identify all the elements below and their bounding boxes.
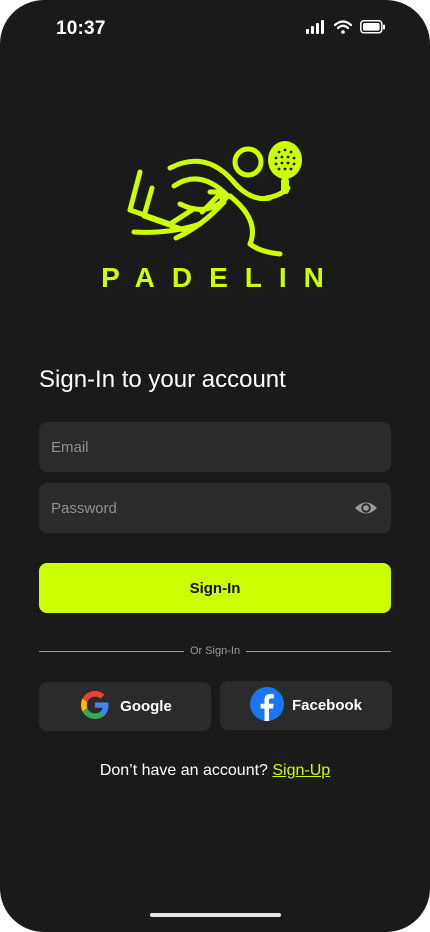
page-title: Sign-In to your account xyxy=(39,366,286,393)
status-icons xyxy=(306,20,386,39)
sign-in-button[interactable]: Sign-In xyxy=(39,563,391,613)
signup-row: Don’t have an account? Sign-Up xyxy=(0,762,430,780)
password-field[interactable] xyxy=(39,483,391,533)
divider: Or Sign-In xyxy=(39,643,392,659)
facebook-button-label: Facebook xyxy=(291,697,363,714)
signup-prompt: Don’t have an account? xyxy=(99,762,273,779)
phone-screen: 10:37 PADELIN Sign-In to your account Em… xyxy=(0,0,430,932)
email-input[interactable] xyxy=(49,437,381,457)
wifi-icon xyxy=(333,20,353,39)
status-bar: 10:37 xyxy=(0,0,430,56)
home-indicator xyxy=(150,913,281,917)
facebook-button[interactable]: Facebook xyxy=(220,681,392,730)
brand-name: PADELIN xyxy=(101,262,341,293)
email-field[interactable] xyxy=(39,422,391,472)
signal-icon xyxy=(306,20,326,39)
google-button-label: Google xyxy=(120,698,172,715)
status-time: 10:37 xyxy=(56,18,106,39)
password-input[interactable] xyxy=(49,498,353,518)
google-button[interactable]: Google xyxy=(39,682,211,731)
divider-text: Or Sign-In xyxy=(189,645,241,657)
eye-icon[interactable] xyxy=(353,498,379,518)
divider-line-left xyxy=(39,650,184,652)
google-icon xyxy=(78,688,112,726)
battery-icon xyxy=(360,20,386,39)
facebook-icon xyxy=(249,686,284,725)
divider-line-right xyxy=(246,650,392,652)
sign-up-link[interactable]: Sign-Up xyxy=(272,762,330,779)
